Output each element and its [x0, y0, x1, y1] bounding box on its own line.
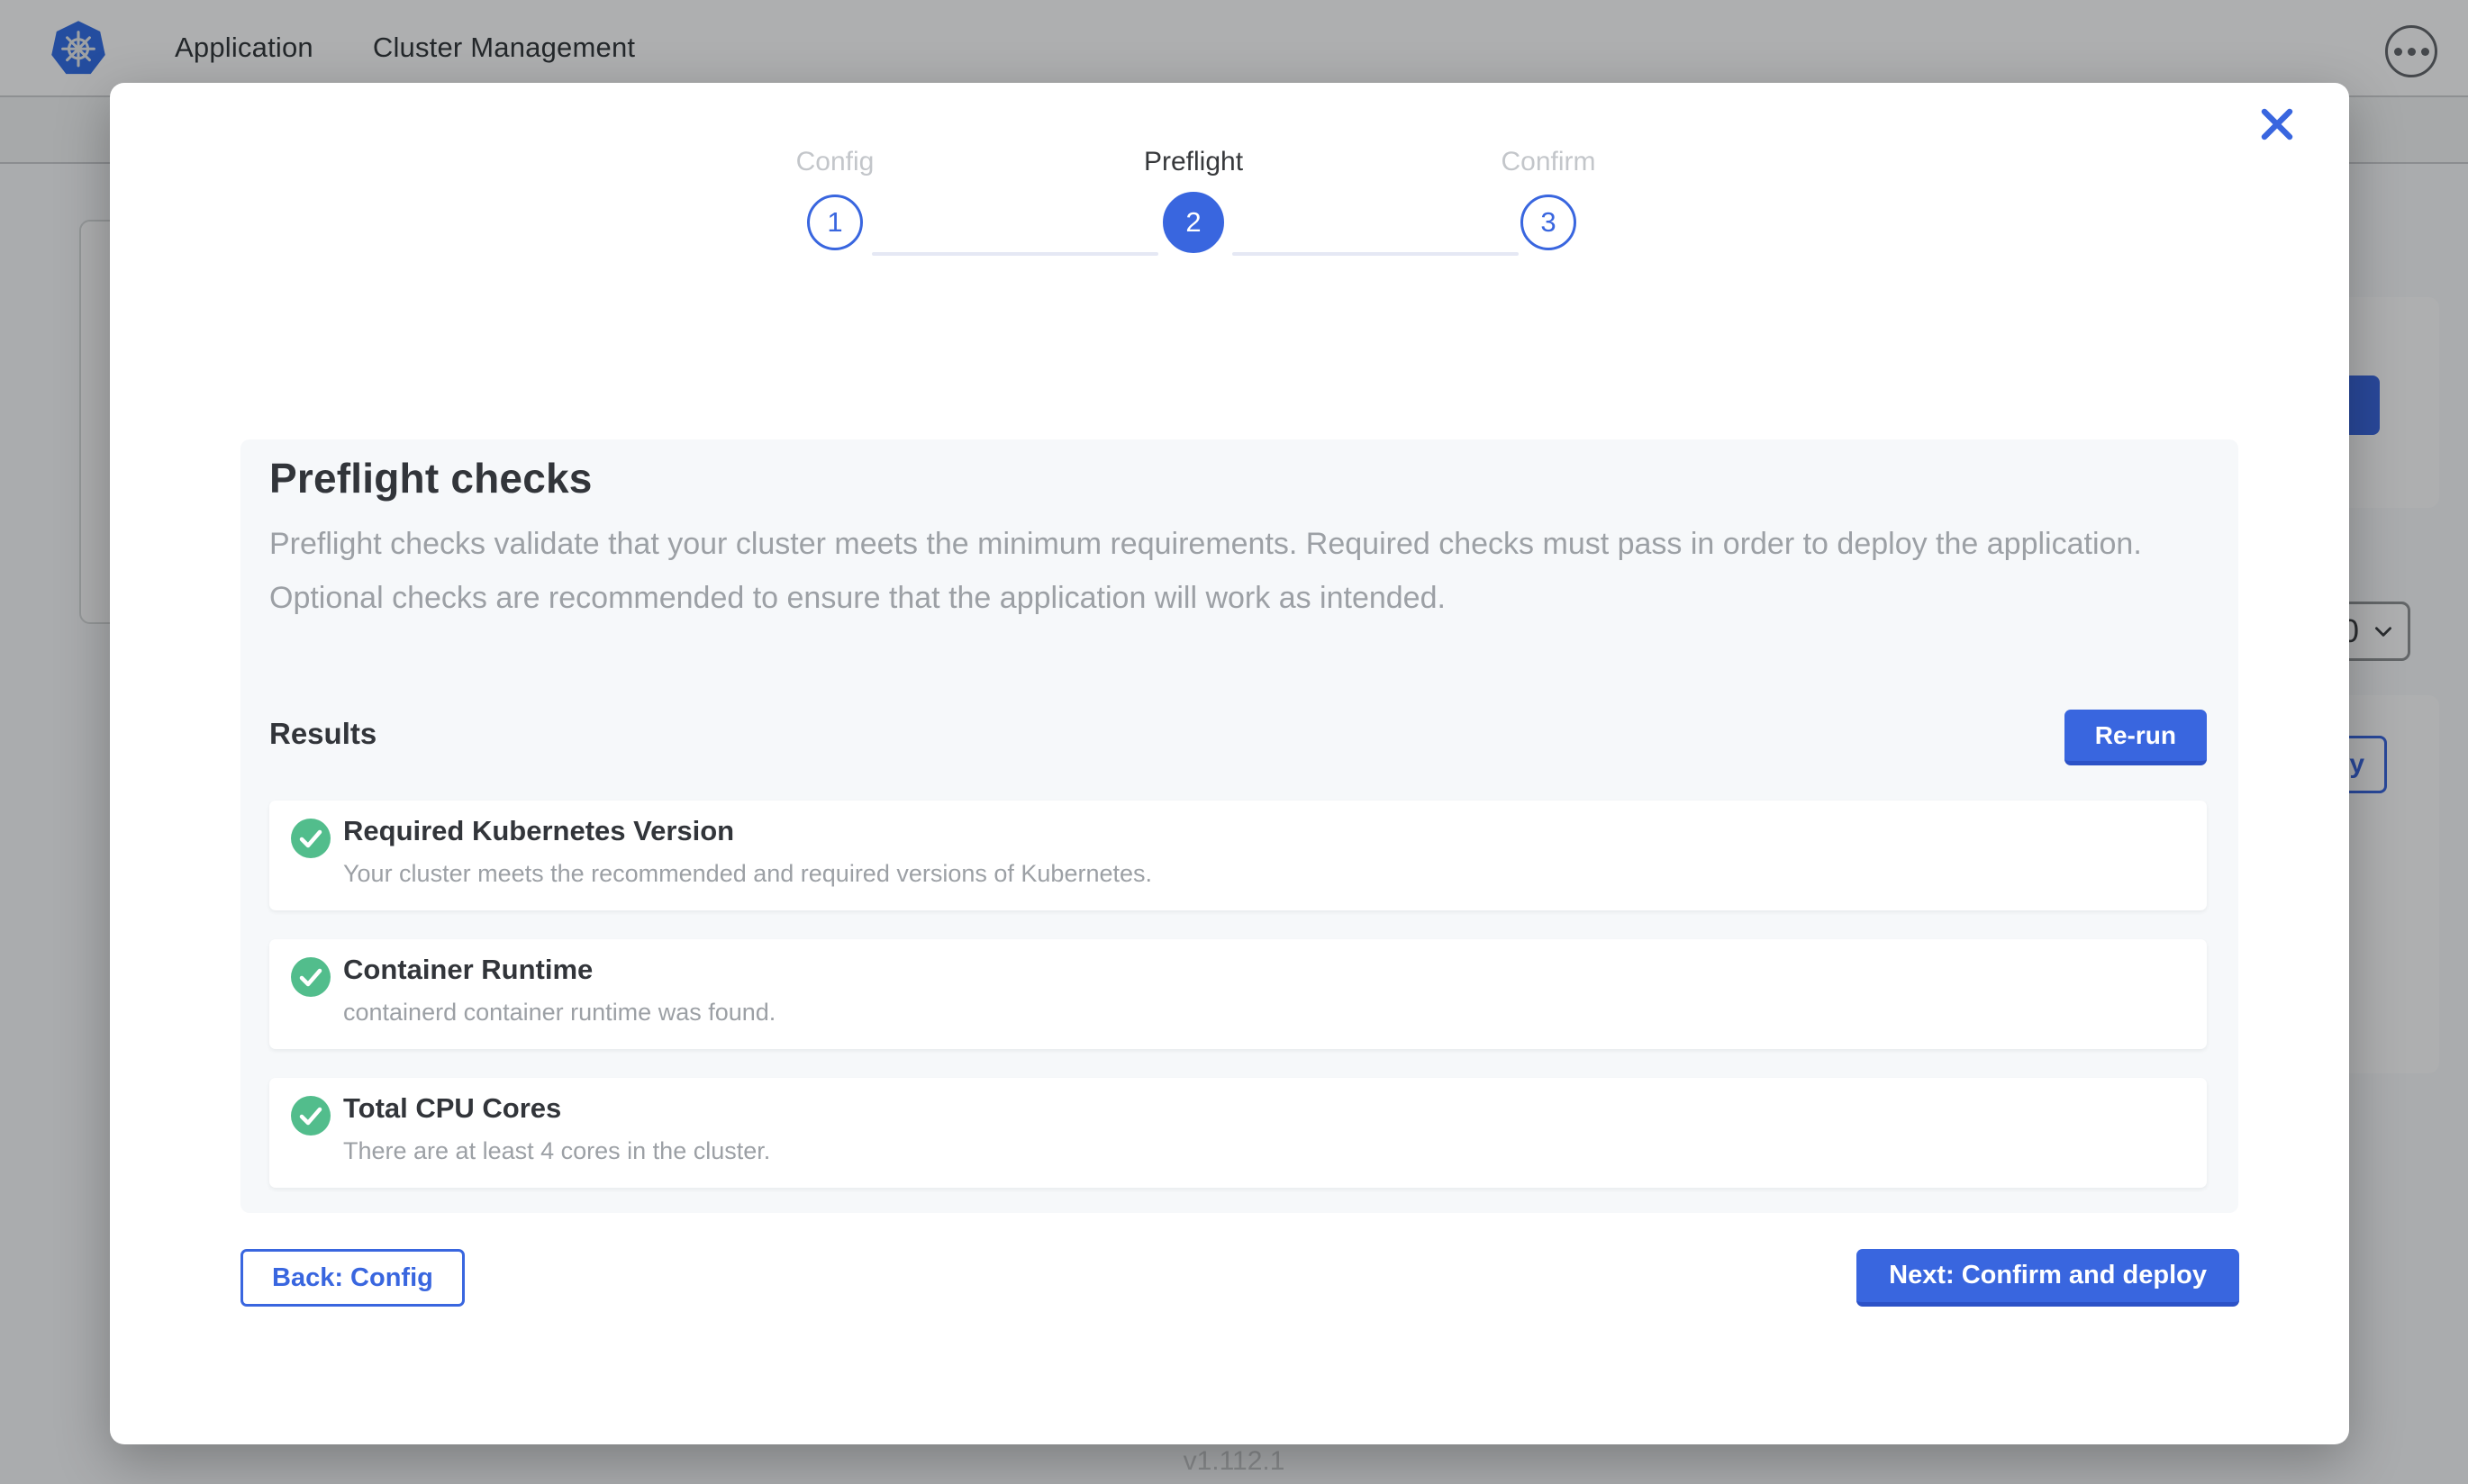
- check-circle-icon: [291, 819, 331, 858]
- check-title: Required Kubernetes Version: [343, 815, 734, 847]
- check-detail: There are at least 4 cores in the cluste…: [343, 1137, 770, 1165]
- check-detail: containerd container runtime was found.: [343, 999, 776, 1027]
- check-detail: Your cluster meets the recommended and r…: [343, 860, 1152, 888]
- check-title: Container Runtime: [343, 954, 593, 986]
- step-preflight-label: Preflight: [1076, 144, 1311, 180]
- stepper-connector: [1232, 252, 1519, 256]
- step-preflight-circle[interactable]: 2: [1163, 192, 1224, 253]
- step-confirm: Confirm 3: [1431, 144, 1665, 250]
- check-circle-icon: [291, 957, 331, 997]
- rerun-button[interactable]: Re-run: [2064, 710, 2207, 765]
- results-header-row: Results Re-run: [269, 710, 2207, 765]
- check-circle-icon: [291, 1096, 331, 1136]
- panel-description: Preflight checks validate that your clus…: [269, 517, 2179, 625]
- panel-title: Preflight checks: [269, 454, 593, 502]
- step-confirm-circle[interactable]: 3: [1520, 195, 1576, 250]
- check-title: Total CPU Cores: [343, 1092, 561, 1125]
- step-config-label: Config: [718, 144, 952, 180]
- next-confirm-deploy-button[interactable]: Next: Confirm and deploy: [1856, 1249, 2239, 1307]
- preflight-modal: Config 1 Preflight 2 Confirm 3 Preflight…: [110, 83, 2349, 1444]
- step-config-circle[interactable]: 1: [807, 195, 863, 250]
- results-heading: Results: [269, 717, 377, 751]
- stepper-connector: [872, 252, 1158, 256]
- screen: Application Cluster Management 0 y v1.11…: [0, 0, 2468, 1484]
- check-row-container-runtime: Container Runtime containerd container r…: [269, 939, 2207, 1049]
- step-preflight: Preflight 2: [1076, 144, 1311, 253]
- preflight-panel: Preflight checks Preflight checks valida…: [240, 439, 2238, 1213]
- step-config: Config 1: [718, 144, 952, 250]
- close-icon[interactable]: [2257, 104, 2297, 144]
- check-row-total-cpu-cores: Total CPU Cores There are at least 4 cor…: [269, 1078, 2207, 1188]
- step-confirm-label: Confirm: [1431, 144, 1665, 180]
- check-row-kubernetes-version: Required Kubernetes Version Your cluster…: [269, 801, 2207, 910]
- back-config-button[interactable]: Back: Config: [240, 1249, 465, 1307]
